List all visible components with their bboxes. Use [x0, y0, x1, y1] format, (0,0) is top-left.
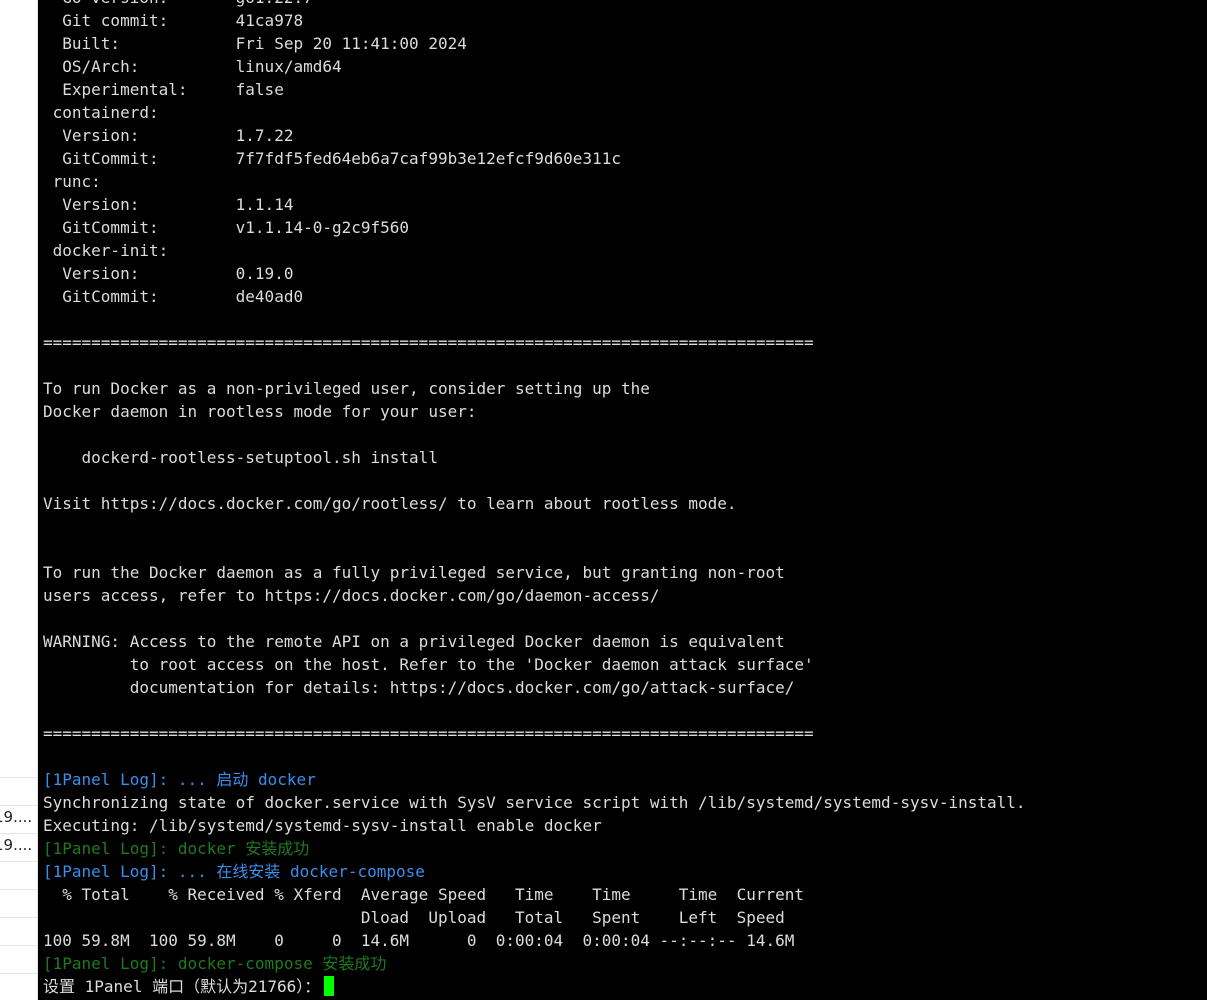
terminal-line: Version: 1.1.14 — [43, 195, 294, 214]
terminal-line: Visit https://docs.docker.com/go/rootles… — [43, 494, 737, 513]
terminal-output: Go version: go1.22.7 Git commit: 41ca978… — [43, 0, 1203, 998]
terminal-line: GitCommit: 7f7fdf5fed64eb6a7caf99b3e12ef… — [43, 149, 621, 168]
terminal-line: To run Docker as a non-privileged user, … — [43, 379, 650, 398]
background-list-row[interactable] — [0, 945, 37, 969]
terminal-line: [1Panel Log]: docker 安装成功 — [43, 839, 310, 858]
terminal-cursor[interactable] — [324, 976, 335, 996]
terminal-line: 100 59.8M 100 59.8M 0 0 14.6M 0 0:00:04 … — [43, 931, 795, 950]
terminal-line: Experimental: false — [43, 80, 284, 99]
terminal-line: Executing: /lib/systemd/systemd-sysv-ins… — [43, 816, 602, 835]
background-list-row[interactable] — [0, 861, 37, 885]
background-list-row[interactable] — [0, 889, 37, 913]
terminal-line: Git commit: 41ca978 — [43, 11, 304, 30]
terminal-line: To run the Docker daemon as a fully priv… — [43, 563, 785, 582]
terminal-line: WARNING: Access to the remote API on a p… — [43, 632, 785, 651]
background-list-row[interactable]: 19.... — [0, 833, 37, 857]
terminal-line: runc: — [43, 172, 101, 191]
port-prompt: 设置 1Panel 端口（默认为21766）： — [43, 977, 321, 996]
terminal-prompt-line[interactable]: 设置 1Panel 端口（默认为21766）： — [43, 975, 1203, 998]
background-list-row[interactable] — [0, 973, 37, 997]
terminal-line: Built: Fri Sep 20 11:41:00 2024 — [43, 34, 467, 53]
terminal-line: documentation for details: https://docs.… — [43, 678, 795, 697]
terminal-window[interactable]: Go version: go1.22.7 Git commit: 41ca978… — [38, 0, 1207, 1000]
terminal-line: ========================================… — [43, 724, 814, 743]
terminal-line: Go version: go1.22.7 — [43, 0, 1203, 9]
terminal-line: containerd: — [43, 103, 159, 122]
terminal-line: to root access on the host. Refer to the… — [43, 655, 814, 674]
terminal-line: ========================================… — [43, 333, 814, 352]
terminal-line: GitCommit: v1.1.14-0-g2c9f560 — [43, 218, 410, 237]
terminal-line: Version: 0.19.0 — [43, 264, 294, 283]
terminal-line: [1Panel Log]: ... 在线安装 docker-compose — [43, 862, 425, 881]
terminal-line: Synchronizing state of docker.service wi… — [43, 793, 1026, 812]
terminal-line: GitCommit: de40ad0 — [43, 287, 304, 306]
background-list-row[interactable] — [0, 917, 37, 941]
terminal-line: users access, refer to https://docs.dock… — [43, 586, 660, 605]
terminal-line: OS/Arch: linux/amd64 — [43, 57, 342, 76]
terminal-line: dockerd-rootless-setuptool.sh install — [43, 448, 438, 467]
terminal-line: Docker daemon in rootless mode for your … — [43, 402, 477, 421]
background-app-panel: l 19.... 19.... — [0, 0, 38, 1000]
terminal-line: Dload Upload Total Spent Left Speed — [43, 908, 785, 927]
background-list-row[interactable]: l — [0, 777, 37, 801]
terminal-line: [1Panel Log]: ... 启动 docker — [43, 770, 316, 789]
background-list-row[interactable]: 19.... — [0, 805, 37, 829]
terminal-line: Version: 1.7.22 — [43, 126, 294, 145]
terminal-line: [1Panel Log]: docker-compose 安装成功 — [43, 954, 387, 973]
terminal-line: % Total % Received % Xferd Average Speed… — [43, 885, 804, 904]
screen: l 19.... 19.... Go version: go1.22.7 Git… — [0, 0, 1207, 1000]
terminal-line: docker-init: — [43, 241, 169, 260]
